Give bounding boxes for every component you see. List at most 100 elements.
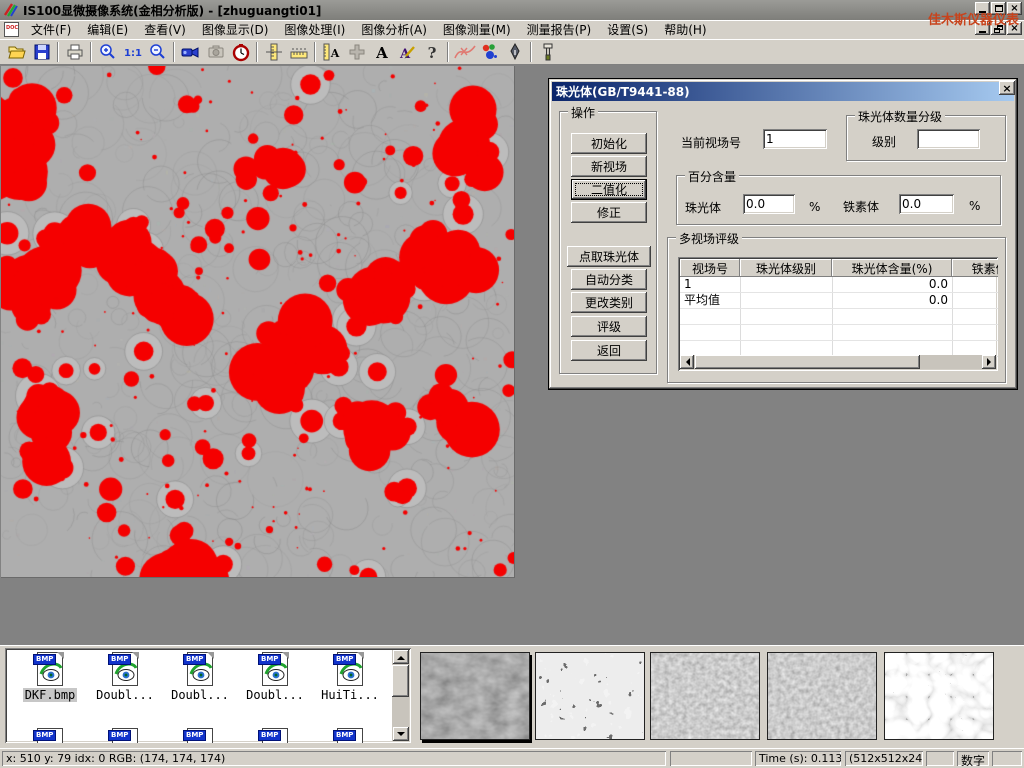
mdi-client-area: 珠光体(GB/T9441-88) × 操作 初始化 新视场 二值化 修正 点取珠… xyxy=(0,65,1024,645)
correct-button[interactable]: 修正 xyxy=(571,202,647,223)
scroll-down-icon[interactable] xyxy=(393,727,409,741)
bmp-file-icon: BMP xyxy=(108,652,142,688)
list-item[interactable]: BMP Doubl... xyxy=(165,652,235,702)
col-field-number[interactable]: 视场号 xyxy=(680,259,740,277)
thumbnail-1[interactable] xyxy=(420,652,530,740)
thumbnail-2[interactable] xyxy=(535,652,645,740)
current-field-input[interactable] xyxy=(763,129,827,149)
list-item[interactable]: BMP Doubl... xyxy=(240,652,310,702)
help-button[interactable]: ? xyxy=(419,41,444,63)
list-item[interactable]: BMP xyxy=(165,728,235,743)
move-cross-button[interactable] xyxy=(344,41,369,63)
help-icon: ? xyxy=(422,42,442,62)
list-item[interactable]: BMP DKF.bmp xyxy=(15,652,85,702)
actual-size-icon: 1:1 xyxy=(123,42,143,62)
binarize-button[interactable]: 二值化 xyxy=(571,179,647,200)
ferrite-percent-input[interactable] xyxy=(899,194,954,214)
color-dots-button[interactable] xyxy=(477,41,502,63)
list-item[interactable]: BMP xyxy=(90,728,160,743)
list-item[interactable]: BMP xyxy=(315,728,385,743)
calibration-button[interactable]: A xyxy=(319,41,344,63)
horizontal-ruler-icon xyxy=(289,42,309,62)
change-class-button[interactable]: 更改类别 xyxy=(571,292,647,313)
save-button[interactable] xyxy=(29,41,54,63)
menu-help[interactable]: 帮助(H) xyxy=(656,19,714,40)
text-label-button[interactable]: A xyxy=(369,41,394,63)
dialog-close-icon[interactable]: × xyxy=(999,81,1015,95)
thumbnail-3[interactable] xyxy=(650,652,760,740)
file-name[interactable]: Doubl... xyxy=(94,688,156,702)
text-label-icon: A xyxy=(372,42,392,62)
initialize-button[interactable]: 初始化 xyxy=(571,133,647,154)
grade-input[interactable] xyxy=(917,129,980,149)
photo-camera-button[interactable] xyxy=(203,41,228,63)
thumbnail-5[interactable] xyxy=(884,652,994,740)
table-row[interactable]: 1 0.0 xyxy=(680,277,998,293)
svg-text:A: A xyxy=(398,47,410,62)
file-name[interactable]: HuiTi... xyxy=(319,688,381,702)
pick-pearlite-button[interactable]: 点取珠光体 xyxy=(567,246,651,267)
vendor-watermark: 佳木斯仪器仪表 xyxy=(928,9,1019,28)
list-item[interactable]: BMP xyxy=(240,728,310,743)
menu-image-process[interactable]: 图像处理(I) xyxy=(276,19,353,40)
rating-group-label: 多视场评级 xyxy=(676,230,742,247)
table-horizontal-scrollbar[interactable] xyxy=(680,355,996,369)
video-camera-button[interactable] xyxy=(178,41,203,63)
new-field-button[interactable]: 新视场 xyxy=(571,156,647,177)
zoom-out-button[interactable] xyxy=(145,41,170,63)
open-folder-button[interactable] xyxy=(4,41,29,63)
pearlite-percent-input[interactable] xyxy=(743,194,795,214)
rate-button[interactable]: 评级 xyxy=(571,316,647,337)
svg-text:1:1: 1:1 xyxy=(124,48,142,59)
scroll-left-icon[interactable] xyxy=(680,355,694,369)
list-item[interactable]: BMP HuiTi... xyxy=(315,652,385,702)
menu-edit[interactable]: 编辑(E) xyxy=(79,19,136,40)
actual-size-button[interactable]: 1:1 xyxy=(120,41,145,63)
horizontal-ruler-button[interactable] xyxy=(286,41,311,63)
thumbnail-4[interactable] xyxy=(767,652,877,740)
auto-classify-button[interactable]: 自动分类 xyxy=(571,269,647,290)
menu-file[interactable]: 文件(F) xyxy=(23,19,79,40)
print-button[interactable] xyxy=(62,41,87,63)
scrollbar-thumb[interactable] xyxy=(695,355,920,369)
scroll-up-icon[interactable] xyxy=(393,650,409,664)
table-row[interactable] xyxy=(680,309,998,325)
menu-image-display[interactable]: 图像显示(D) xyxy=(194,19,277,40)
svg-text:A: A xyxy=(375,44,388,62)
file-name[interactable]: Doubl... xyxy=(169,688,231,702)
brush-button[interactable] xyxy=(535,41,560,63)
menu-image-measure[interactable]: 图像测量(M) xyxy=(435,19,519,40)
file-name[interactable]: Doubl... xyxy=(244,688,306,702)
dialog-titlebar[interactable]: 珠光体(GB/T9441-88) xyxy=(552,82,1014,101)
move-cross-icon xyxy=(347,42,367,62)
edit-text-button[interactable]: A xyxy=(394,41,419,63)
return-button[interactable]: 返回 xyxy=(571,340,647,361)
file-list-scrollbar[interactable] xyxy=(392,650,409,741)
table-row[interactable] xyxy=(680,325,998,341)
col-pearlite-grade[interactable]: 珠光体级别 xyxy=(740,259,832,277)
curve-tool-button[interactable] xyxy=(452,41,477,63)
document-icon[interactable]: DOC xyxy=(4,22,19,37)
menu-measure-report[interactable]: 测量报告(P) xyxy=(519,19,600,40)
file-listbox[interactable]: BMP DKF.bmp BMP Doubl... xyxy=(5,648,411,743)
menu-settings[interactable]: 设置(S) xyxy=(599,19,656,40)
timer-button[interactable] xyxy=(228,41,253,63)
svg-text:?: ? xyxy=(427,44,436,62)
col-pearlite-content[interactable]: 珠光体含量(%) xyxy=(832,259,952,277)
table-row[interactable]: 平均值 0.0 xyxy=(680,293,998,309)
vertical-ruler-button[interactable] xyxy=(261,41,286,63)
scroll-right-icon[interactable] xyxy=(982,355,996,369)
menu-view[interactable]: 查看(V) xyxy=(136,19,194,40)
menu-image-analysis[interactable]: 图像分析(A) xyxy=(353,19,435,40)
current-field-label: 当前视场号 xyxy=(681,134,741,151)
zoom-in-button[interactable] xyxy=(95,41,120,63)
zoom-in-icon xyxy=(98,42,118,62)
file-name[interactable]: DKF.bmp xyxy=(23,688,78,702)
list-item[interactable]: BMP Doubl... xyxy=(90,652,160,702)
grade-group: 珠光体数量分级 级别 xyxy=(846,115,1006,161)
list-item[interactable]: BMP xyxy=(15,728,85,743)
pen-button[interactable] xyxy=(502,41,527,63)
micrograph-image[interactable] xyxy=(1,66,515,578)
scrollbar-thumb[interactable] xyxy=(392,665,409,697)
col-ferrite-content[interactable]: 铁素体含量(%) xyxy=(952,259,998,277)
